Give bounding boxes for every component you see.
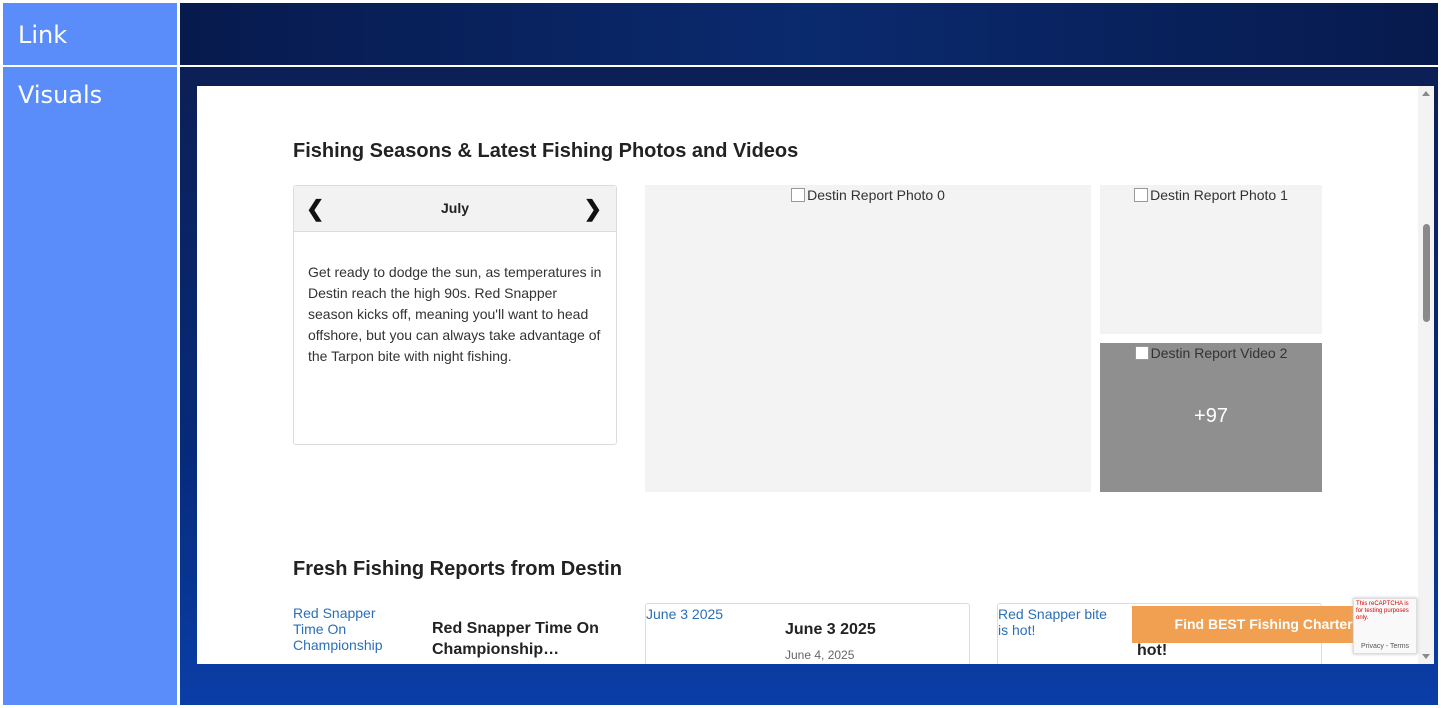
- row-label-link-text: Link: [18, 21, 68, 49]
- season-month: July: [440, 200, 469, 216]
- recaptcha-badge[interactable]: This reCAPTCHA is for testing purposes o…: [1353, 598, 1417, 654]
- photo-1-alt-text: Destin Report Photo 1: [1134, 187, 1288, 203]
- gallery-more-count[interactable]: +97: [1100, 405, 1322, 428]
- scroll-down-arrow-icon[interactable]: [1422, 654, 1430, 659]
- recaptcha-terms[interactable]: Privacy - Terms: [1354, 643, 1416, 650]
- scroll-up-arrow-icon[interactable]: [1422, 91, 1430, 96]
- video-2-alt-text: Destin Report Video 2: [1135, 345, 1288, 361]
- season-description: Get ready to dodge the sun, as temperatu…: [308, 264, 602, 364]
- chevron-right-icon[interactable]: ❯: [584, 196, 602, 222]
- report-image-alt[interactable]: Red Snapper bite is hot!: [998, 606, 1108, 638]
- report-card[interactable]: June 3 2025 June 3 2025 June 4, 2025: [645, 603, 970, 664]
- row-label-visuals: Visuals: [3, 67, 177, 705]
- gallery-video-2[interactable]: Destin Report Video 2 +97: [1100, 343, 1322, 492]
- photo-0-alt-text: Destin Report Photo 0: [791, 187, 945, 203]
- row-label-link: Link: [3, 3, 177, 65]
- gallery-photo-1[interactable]: Destin Report Photo 1: [1100, 185, 1322, 334]
- report-card[interactable]: Red Snapper Time On Championship Red Sna…: [293, 603, 617, 664]
- season-card: ❮ July ❯ Get ready to dodge the sun, as …: [293, 185, 617, 445]
- vertical-scrollbar[interactable]: [1418, 86, 1434, 664]
- link-panel: [180, 3, 1438, 65]
- report-image-alt[interactable]: June 3 2025: [646, 606, 756, 622]
- report-title[interactable]: June 3 2025: [785, 619, 876, 640]
- recaptcha-warning: This reCAPTCHA is for testing purposes o…: [1356, 601, 1409, 621]
- report-image-alt[interactable]: Red Snapper Time On Championship: [293, 605, 403, 653]
- report-date: June 4, 2025: [785, 648, 855, 662]
- report-title[interactable]: Red Snapper Time On Championship…: [432, 618, 612, 660]
- row-label-visuals-text: Visuals: [18, 81, 103, 109]
- gallery-photo-0[interactable]: Destin Report Photo 0: [645, 185, 1091, 492]
- reports-heading: Fresh Fishing Reports from Destin: [293, 558, 622, 580]
- scroll-thumb[interactable]: [1423, 224, 1430, 322]
- season-card-header: ❮ July ❯: [294, 186, 616, 232]
- report-title[interactable]: hot!: [1137, 640, 1167, 661]
- seasons-heading: Fishing Seasons & Latest Fishing Photos …: [293, 140, 799, 162]
- page-screenshot: Fishing Seasons & Latest Fishing Photos …: [197, 86, 1434, 664]
